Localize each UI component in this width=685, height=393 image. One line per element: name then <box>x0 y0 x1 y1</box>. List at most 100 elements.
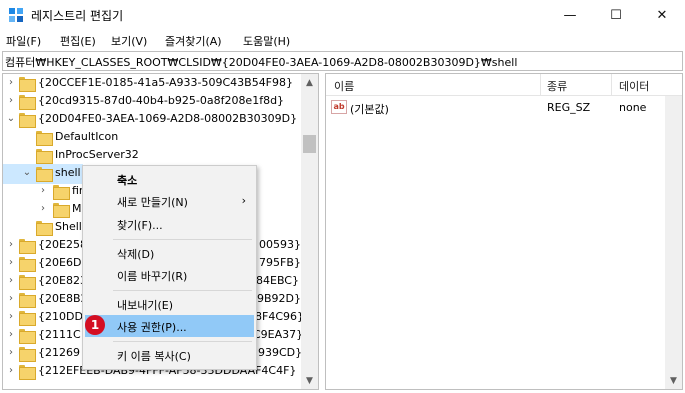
maximize-button[interactable]: ☐ <box>593 0 639 30</box>
folder-icon <box>19 95 36 110</box>
menu-item-permissions[interactable]: 사용 권한(P)... <box>85 315 254 337</box>
scroll-thumb[interactable] <box>303 135 316 153</box>
folder-icon <box>36 149 53 164</box>
menu-item-label: 삭제(D) <box>117 248 155 261</box>
tree-item-label: Shell <box>55 220 82 233</box>
folder-icon <box>36 131 53 146</box>
folder-icon <box>19 293 36 308</box>
tree-item-label-tail: 00593} <box>259 238 301 251</box>
string-value-icon: ab <box>331 100 347 114</box>
expand-arrow-icon[interactable]: › <box>6 293 16 304</box>
close-button[interactable]: ✕ <box>639 0 685 30</box>
menu-item-label: 사용 권한(P)... <box>117 321 187 334</box>
scroll-down-icon[interactable]: ▼ <box>301 372 318 389</box>
menu-item-rename[interactable]: 이름 바꾸기(R) <box>85 264 254 286</box>
close-icon: ✕ <box>656 7 668 23</box>
tree-item-label-tail: C9EA37} <box>253 328 304 341</box>
folder-icon <box>19 365 36 380</box>
tree-item-selected[interactable]: ⌄ shell <box>3 164 83 184</box>
tree-item-label-tail: 9B92D} <box>257 292 302 305</box>
expand-arrow-icon[interactable]: › <box>6 347 16 358</box>
tree-item-label-tail: 939CD} <box>258 346 303 359</box>
menu-item-label: 이름 바꾸기(R) <box>117 270 188 283</box>
address-path: 컴퓨터₩HKEY_CLASSES_ROOT₩CLSID₩{20D04FE0-3A… <box>5 56 518 69</box>
tree-item-label: {20D04FE0-3AEA-1069-A2D8-08002B30309D} <box>38 112 298 125</box>
column-header-name[interactable]: 이름 <box>334 78 354 94</box>
menu-view[interactable]: 보기(V) <box>111 33 147 49</box>
expand-arrow-icon[interactable]: › <box>38 185 48 196</box>
folder-icon <box>53 203 70 218</box>
menu-help[interactable]: 도움말(H) <box>243 33 290 49</box>
menu-item-label: 키 이름 복사(C) <box>117 350 191 363</box>
menu-item-label: 새로 만들기(N) <box>117 196 188 209</box>
expand-arrow-icon[interactable]: › <box>6 275 16 286</box>
scroll-down-icon[interactable]: ▼ <box>665 372 682 389</box>
folder-icon <box>19 347 36 362</box>
submenu-arrow-icon: › <box>241 194 246 207</box>
menu-item-label: 축소 <box>117 174 138 187</box>
expand-arrow-icon[interactable]: › <box>6 329 16 340</box>
title-bar: 레지스트리 편집기 — ☐ ✕ <box>0 0 685 30</box>
expand-arrow-icon[interactable]: › <box>6 239 16 250</box>
menu-separator <box>113 239 252 240</box>
menu-item-new[interactable]: 새로 만들기(N) › <box>85 190 254 212</box>
tree-item-label: {21269 <box>38 346 80 359</box>
registry-editor-icon <box>9 8 23 22</box>
folder-icon <box>19 257 36 272</box>
expand-arrow-icon[interactable]: › <box>6 77 16 88</box>
tree-item-label: InProcServer32 <box>55 148 139 161</box>
column-divider[interactable] <box>540 74 541 96</box>
tree-item-label-tail: 795FB} <box>259 256 301 269</box>
address-bar[interactable]: 컴퓨터₩HKEY_CLASSES_ROOT₩CLSID₩{20D04FE0-3A… <box>2 51 683 71</box>
tree-item-label: M <box>72 202 82 215</box>
folder-icon <box>19 275 36 290</box>
folder-icon <box>19 329 36 344</box>
collapse-arrow-icon[interactable]: ⌄ <box>6 113 16 124</box>
list-row[interactable]: ab (기본값) REG_SZ none <box>326 98 682 118</box>
folder-icon <box>53 185 70 200</box>
tree-item-label: {20E8B2 <box>38 292 88 305</box>
scroll-up-icon[interactable]: ▲ <box>301 74 318 91</box>
column-divider[interactable] <box>611 74 612 96</box>
list-vertical-scrollbar[interactable]: ▼ <box>665 96 682 389</box>
tree-item-label-tail: 84EBC} <box>256 274 299 287</box>
menu-item-find[interactable]: 찾기(F)... <box>85 213 254 235</box>
tree-item-label: DefaultIcon <box>55 130 119 143</box>
menu-item-copy-key-name[interactable]: 키 이름 복사(C) <box>85 344 254 366</box>
values-list[interactable]: 이름 종류 데이터 ab (기본값) REG_SZ none ▼ <box>325 73 683 390</box>
column-header-data[interactable]: 데이터 <box>619 78 649 94</box>
tree-item-label: {20E6D <box>38 256 82 269</box>
maximize-icon: ☐ <box>610 7 622 23</box>
menu-favorites[interactable]: 즐겨찾기(A) <box>165 33 222 49</box>
folder-icon <box>19 77 36 92</box>
window-title: 레지스트리 편집기 <box>31 9 124 23</box>
menu-bar: 파일(F) 편집(E) 보기(V) 즐겨찾기(A) 도움말(H) <box>0 30 685 50</box>
list-header: 이름 종류 데이터 <box>326 74 682 96</box>
expand-arrow-icon[interactable]: › <box>38 203 48 214</box>
menu-separator <box>113 341 252 342</box>
minimize-icon: — <box>563 7 577 23</box>
minimize-button[interactable]: — <box>547 0 593 30</box>
menu-item-export[interactable]: 내보내기(E) <box>85 293 254 315</box>
value-name: (기본값) <box>350 103 389 116</box>
collapse-arrow-icon[interactable]: ⌄ <box>22 167 32 178</box>
column-header-type[interactable]: 종류 <box>547 78 567 94</box>
tree-item-label: {20CCEF1E-0185-41a5-A933-509C43B54F98} <box>38 76 294 89</box>
menu-file[interactable]: 파일(F) <box>6 33 41 49</box>
menu-item-label: 내보내기(E) <box>117 299 174 312</box>
tree-item-label: {20cd9315-87d0-40b4-b925-0a8f208e1f8d} <box>38 94 285 107</box>
tree-vertical-scrollbar[interactable]: ▲ ▼ <box>301 74 318 389</box>
folder-icon <box>36 221 53 236</box>
tree-item-label: {210DD <box>38 310 83 323</box>
expand-arrow-icon[interactable]: › <box>6 311 16 322</box>
tree-item-label: shell <box>55 166 81 179</box>
tree-item-label-tail: 8F4C96} <box>255 310 305 323</box>
folder-icon <box>19 311 36 326</box>
step-badge: 1 <box>85 315 105 335</box>
menu-edit[interactable]: 편집(E) <box>60 33 96 49</box>
expand-arrow-icon[interactable]: › <box>6 365 16 376</box>
expand-arrow-icon[interactable]: › <box>6 95 16 106</box>
expand-arrow-icon[interactable]: › <box>6 257 16 268</box>
menu-item-collapse[interactable]: 축소 <box>85 168 254 190</box>
menu-item-delete[interactable]: 삭제(D) <box>85 242 254 264</box>
